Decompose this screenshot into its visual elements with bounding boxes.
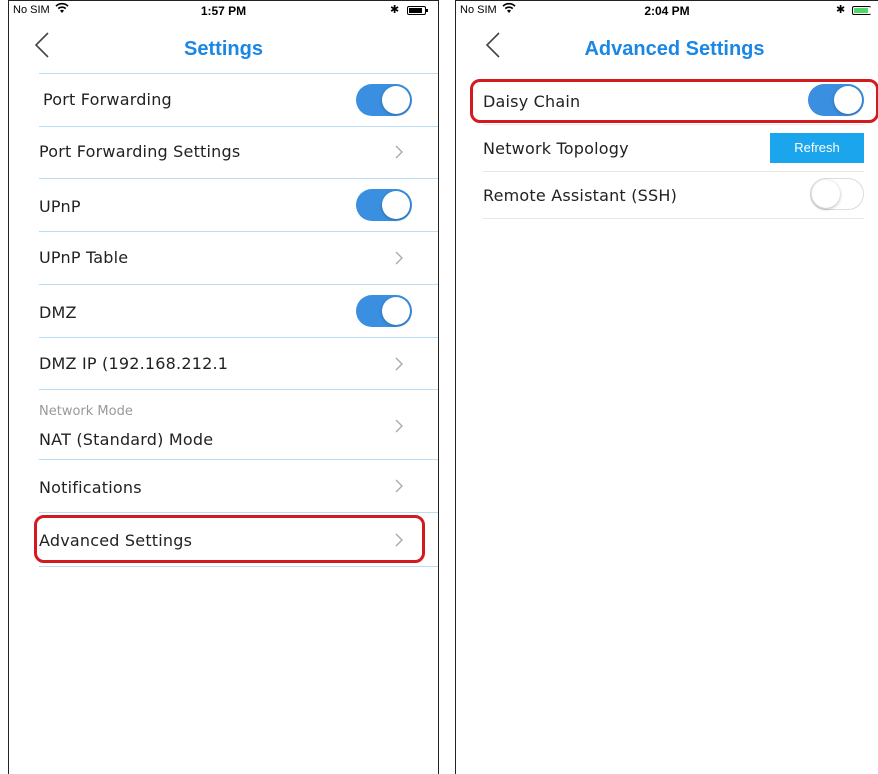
status-time: 2:04 PM: [644, 4, 690, 18]
remote-assistant-label: Remote Assistant (SSH): [483, 186, 678, 205]
port-forwarding-row: Port Forwarding: [39, 73, 438, 127]
chevron-right-icon: [394, 418, 404, 434]
battery-icon: [407, 6, 428, 15]
advanced-settings-row[interactable]: Advanced Settings: [39, 513, 438, 567]
port-forwarding-settings-row[interactable]: Port Forwarding Settings: [39, 126, 438, 179]
advanced-settings-screen: No SIM 2:04 PM ✱ Advanced Settings Daisy…: [455, 0, 878, 774]
advanced-settings-label: Advanced Settings: [39, 531, 193, 550]
upnp-row: UPnP: [39, 179, 438, 232]
chevron-right-icon: [394, 144, 404, 160]
page-title: Advanced Settings: [584, 38, 765, 60]
upnp-table-label: UPnP Table: [39, 248, 129, 267]
chevron-right-icon: [394, 532, 404, 548]
upnp-table-row[interactable]: UPnP Table: [39, 232, 438, 285]
network-topology-label: Network Topology: [483, 139, 629, 158]
daisy-chain-label: Daisy Chain: [483, 92, 581, 111]
wifi-icon: [502, 2, 516, 17]
status-time: 1:57 PM: [200, 4, 247, 18]
network-mode-value: NAT (Standard) Mode: [39, 430, 214, 449]
carrier-label: No SIM: [460, 4, 497, 16]
upnp-label: UPnP: [39, 197, 81, 216]
notifications-row[interactable]: Notifications: [39, 460, 438, 513]
dmz-ip-row[interactable]: DMZ IP (192.168.212.1: [39, 338, 438, 390]
chevron-right-icon: [394, 250, 404, 266]
daisy-chain-toggle[interactable]: [808, 84, 864, 116]
status-bar: No SIM 2:04 PM ✱: [456, 0, 878, 23]
daisy-chain-row: Daisy Chain: [483, 76, 864, 125]
network-mode-row[interactable]: Network Mode NAT (Standard) Mode: [39, 390, 438, 460]
carrier-label: No SIM: [13, 4, 50, 16]
port-forwarding-label: Port Forwarding: [43, 90, 172, 109]
bluetooth-icon: ✱: [390, 4, 400, 16]
settings-screen: No SIM 1:57 PM ✱ Settings Port Forwardin…: [8, 0, 439, 774]
nav-bar: Advanced Settings: [456, 22, 878, 72]
chevron-right-icon: [394, 478, 404, 494]
dmz-ip-label: DMZ IP (192.168.212.1: [39, 354, 229, 373]
network-mode-caption: Network Mode: [39, 404, 133, 419]
bluetooth-icon: ✱: [836, 4, 846, 16]
status-bar: No SIM 1:57 PM ✱: [9, 0, 438, 23]
port-forwarding-settings-label: Port Forwarding Settings: [39, 142, 241, 161]
upnp-toggle[interactable]: [356, 189, 412, 221]
notifications-label: Notifications: [39, 478, 142, 497]
wifi-icon: [55, 2, 69, 17]
dmz-row: DMZ: [39, 285, 438, 338]
remote-assistant-toggle[interactable]: [810, 178, 864, 210]
page-title: Settings: [184, 38, 263, 60]
remote-assistant-row: Remote Assistant (SSH): [483, 172, 864, 219]
port-forwarding-toggle[interactable]: [356, 84, 412, 116]
refresh-button[interactable]: Refresh: [770, 133, 864, 163]
dmz-label: DMZ: [39, 303, 77, 322]
nav-bar: Settings: [9, 22, 438, 72]
chevron-right-icon: [394, 356, 404, 372]
network-topology-row: Network Topology Refresh: [483, 125, 864, 172]
dmz-toggle[interactable]: [356, 295, 412, 327]
battery-icon: [852, 6, 871, 15]
